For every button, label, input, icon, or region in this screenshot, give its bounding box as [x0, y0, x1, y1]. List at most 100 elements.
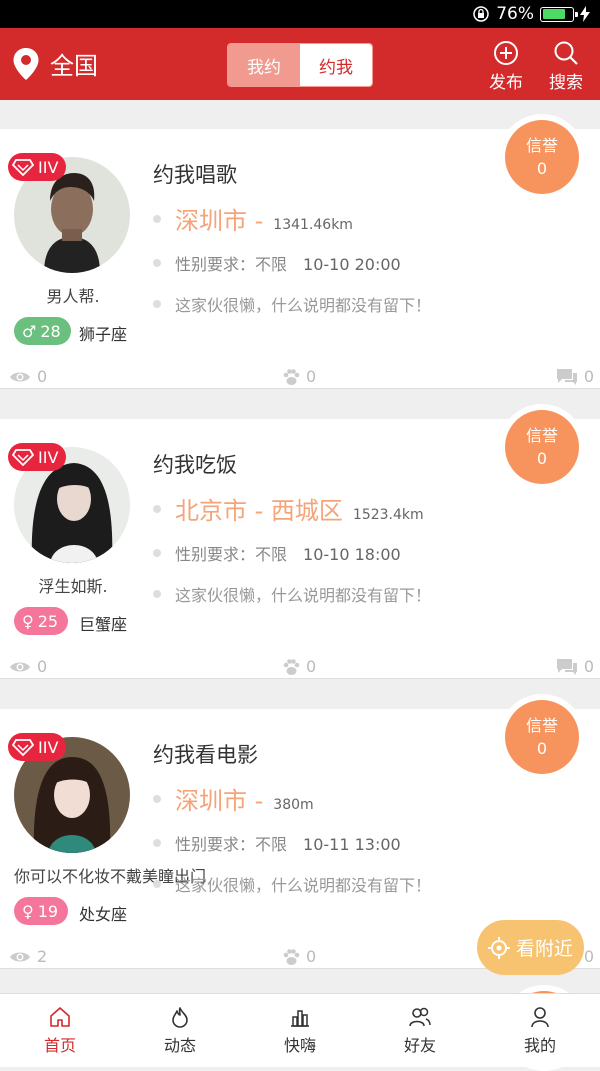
gender-requirement: 性别要求：不限 — [175, 835, 288, 854]
zodiac: 处女座 — [79, 905, 128, 924]
note-row: 这家伙很懒，什么说明都没有留下！ — [153, 292, 431, 316]
bullet-icon — [153, 794, 161, 803]
credit-label: 信誉 — [525, 426, 558, 445]
battery-percent: 76% — [496, 4, 534, 24]
gender-age-badge: ♀ 19 — [14, 897, 69, 925]
nickname: 浮生如斯. — [38, 577, 108, 596]
location-selector[interactable]: 全国 — [12, 46, 98, 81]
location-row: 北京市 - 西城区 1523.4km — [153, 491, 424, 526]
comment-icon — [556, 658, 577, 675]
distance: 1523.4km — [352, 507, 424, 523]
city: 深圳市 - — [175, 787, 264, 815]
tab-my-appointments[interactable]: 我约 — [228, 44, 300, 86]
nearby-button[interactable]: 看附近 — [477, 920, 584, 975]
location-pin-icon — [13, 47, 39, 80]
likes-stat[interactable]: 0 — [282, 947, 316, 966]
publish-label: 发布 — [489, 73, 523, 93]
comments-count: 0 — [583, 657, 594, 676]
note: 这家伙很懒，什么说明都没有留下！ — [175, 876, 432, 895]
views-count: 0 — [37, 657, 48, 676]
top-bar: 全国 我约 约我 发布 搜索 — [0, 28, 600, 100]
crosshair-icon — [487, 936, 510, 959]
tab-friends[interactable]: 好友 — [360, 994, 480, 1067]
card-title: 约我唱歌 — [153, 163, 237, 187]
search-button[interactable]: 搜索 — [541, 40, 591, 93]
likes-stat[interactable]: 0 — [282, 657, 316, 676]
views-stat: 0 — [9, 657, 47, 676]
age: 28 — [40, 321, 61, 341]
appointment-card[interactable]: IIV 男人帮. ♂ 28 狮子座 约我唱歌 深圳市 - 1341.46km 性… — [0, 114, 600, 389]
vip-label: IIV — [38, 447, 59, 467]
publish-button[interactable]: 发布 — [481, 40, 531, 93]
paw-icon — [283, 948, 300, 965]
credit-badge: 信誉 0 — [499, 694, 585, 780]
bottom-tab-bar: 首页 动态 快嗨 好友 我的 — [0, 993, 600, 1067]
status-bar: 76% — [0, 0, 600, 28]
appointment-card[interactable]: IIV 浮生如斯. ♀ 25 巨蟹座 约我吃饭 北京市 - 西城区 1523.4… — [0, 404, 600, 679]
likes-count: 0 — [306, 367, 317, 386]
plus-circle-icon — [494, 41, 518, 65]
tab-label: 快嗨 — [283, 1035, 316, 1055]
vip-label: IIV — [38, 737, 59, 757]
chart-icon — [291, 1009, 309, 1027]
nearby-label: 看附近 — [515, 938, 573, 960]
vip-diamond-icon — [12, 159, 34, 176]
location-row: 深圳市 - 380m — [153, 781, 314, 816]
location-label: 全国 — [50, 52, 98, 80]
likes-count: 0 — [306, 657, 317, 676]
appointment-time: 10-11 13:00 — [303, 835, 401, 854]
search-label: 搜索 — [549, 73, 583, 93]
views-stat: 0 — [9, 367, 47, 386]
city: 北京市 - 西城区 — [175, 497, 343, 525]
tab-label: 动态 — [163, 1035, 196, 1055]
gender-age-badge: ♀ 25 — [14, 607, 69, 635]
gender-requirement: 性别要求：不限 — [175, 545, 288, 564]
eye-icon — [10, 952, 30, 961]
home-icon — [50, 1006, 70, 1027]
vip-diamond-icon — [12, 739, 34, 756]
paw-icon — [283, 658, 300, 675]
comments-count: 0 — [583, 947, 594, 966]
vip-badge: IIV — [8, 733, 67, 761]
age: 19 — [37, 901, 59, 921]
credit-badge: 信誉 0 — [499, 404, 585, 490]
bullet-icon — [153, 214, 161, 223]
age: 25 — [37, 611, 59, 631]
rotation-lock-icon — [473, 6, 489, 22]
requirement-row: 性别要求：不限 10-10 20:00 — [153, 251, 401, 275]
tab-invitations[interactable]: 约我 — [300, 44, 372, 86]
credit-value: 0 — [536, 449, 548, 468]
city: 深圳市 - — [175, 207, 264, 235]
appointment-time: 10-10 20:00 — [303, 255, 401, 274]
credit-value: 0 — [536, 739, 548, 758]
note-row: 这家伙很懒，什么说明都没有留下！ — [153, 872, 431, 896]
comments-stat[interactable]: 0 — [556, 367, 594, 386]
comments-stat[interactable]: 0 — [556, 657, 594, 676]
female-icon: ♀ — [22, 901, 34, 921]
vip-diamond-icon — [12, 449, 34, 466]
tab-quick-hi[interactable]: 快嗨 — [240, 994, 360, 1067]
vip-badge: IIV — [8, 443, 67, 471]
eye-icon — [10, 372, 30, 381]
flame-icon — [172, 1006, 188, 1028]
bullet-icon — [153, 590, 161, 598]
tab-label: 我的 — [523, 1035, 556, 1055]
paw-icon — [283, 368, 300, 385]
likes-stat[interactable]: 0 — [282, 367, 316, 386]
likes-count: 0 — [306, 947, 317, 966]
requirement-row: 性别要求：不限 10-11 13:00 — [153, 831, 401, 855]
bullet-icon — [153, 549, 161, 557]
zodiac: 狮子座 — [79, 325, 128, 344]
person-icon — [531, 1006, 549, 1027]
vip-label: IIV — [38, 157, 59, 177]
friends-icon — [409, 1007, 431, 1026]
bullet-icon — [153, 259, 161, 267]
card-title: 约我看电影 — [153, 743, 258, 767]
vip-badge: IIV — [8, 153, 67, 181]
tab-home[interactable]: 首页 — [0, 994, 120, 1067]
battery-icon — [540, 6, 578, 22]
credit-label: 信誉 — [525, 136, 558, 155]
tab-moments[interactable]: 动态 — [120, 994, 240, 1067]
tab-profile[interactable]: 我的 — [480, 994, 600, 1067]
status-right: 76% — [472, 3, 590, 25]
